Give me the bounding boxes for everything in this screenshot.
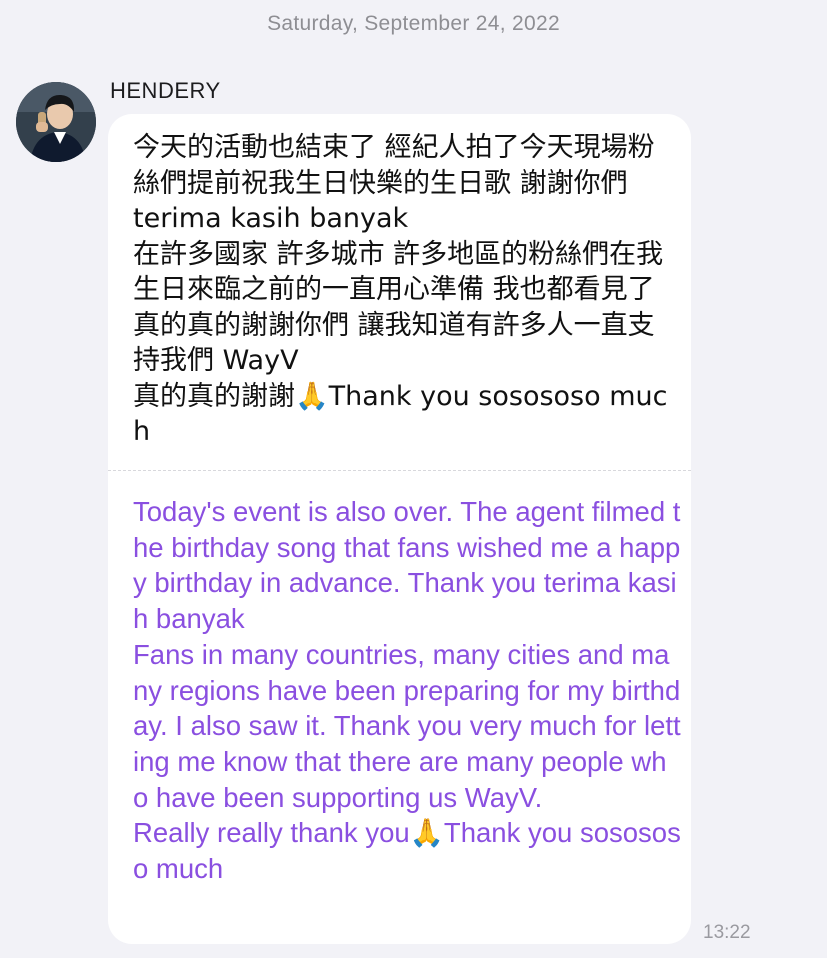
original-message-text: 今天的活動也結束了 經紀人拍了今天現場粉絲們提前祝我生日快樂的生日歌 謝謝你們 … bbox=[133, 132, 668, 447]
message-bubble[interactable]: 今天的活動也結束了 經紀人拍了今天現場粉絲們提前祝我生日快樂的生日歌 謝謝你們 … bbox=[108, 114, 691, 944]
translation-divider bbox=[108, 470, 691, 471]
translated-message-text: Today's event is also over. The agent fi… bbox=[133, 496, 681, 885]
sender-name[interactable]: HENDERY bbox=[110, 78, 221, 104]
avatar-photo-icon bbox=[16, 82, 96, 162]
sender-avatar[interactable] bbox=[16, 82, 96, 162]
date-header: Saturday, September 24, 2022 bbox=[267, 12, 560, 35]
message-timestamp: 13:22 bbox=[703, 922, 751, 943]
